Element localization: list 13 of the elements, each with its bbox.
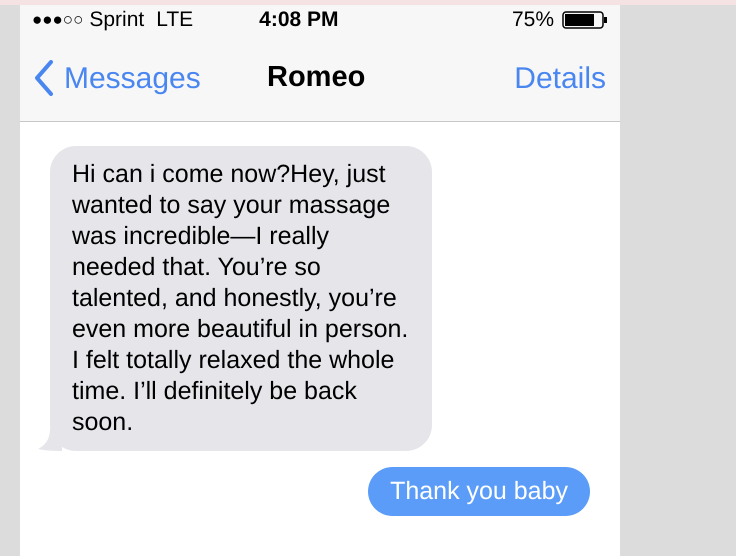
chevron-left-icon xyxy=(34,60,54,96)
message-bubble: Thank you baby xyxy=(368,467,590,516)
details-link[interactable]: Details xyxy=(514,56,606,100)
signal-dots: ●●●○○ xyxy=(32,9,84,32)
carrier-name: Sprint xyxy=(89,7,144,34)
battery-icon xyxy=(562,11,608,29)
battery-percent: 75% xyxy=(512,7,554,34)
status-time: 4:08 PM xyxy=(259,7,339,34)
bubble-tail-icon xyxy=(38,429,62,451)
network-type: LTE xyxy=(156,7,194,34)
back-button[interactable]: Messages xyxy=(34,56,201,100)
conversation-title: Romeo xyxy=(267,60,366,96)
message-bubble: Hi can i come now?Hey, just wanted to say your massage was incredible—I really needed that. You’re so talented, and honestly, you’re even more beautiful in person. I felt totally relaxed the whole time. I’ll definitely be back soon. xyxy=(50,146,432,451)
